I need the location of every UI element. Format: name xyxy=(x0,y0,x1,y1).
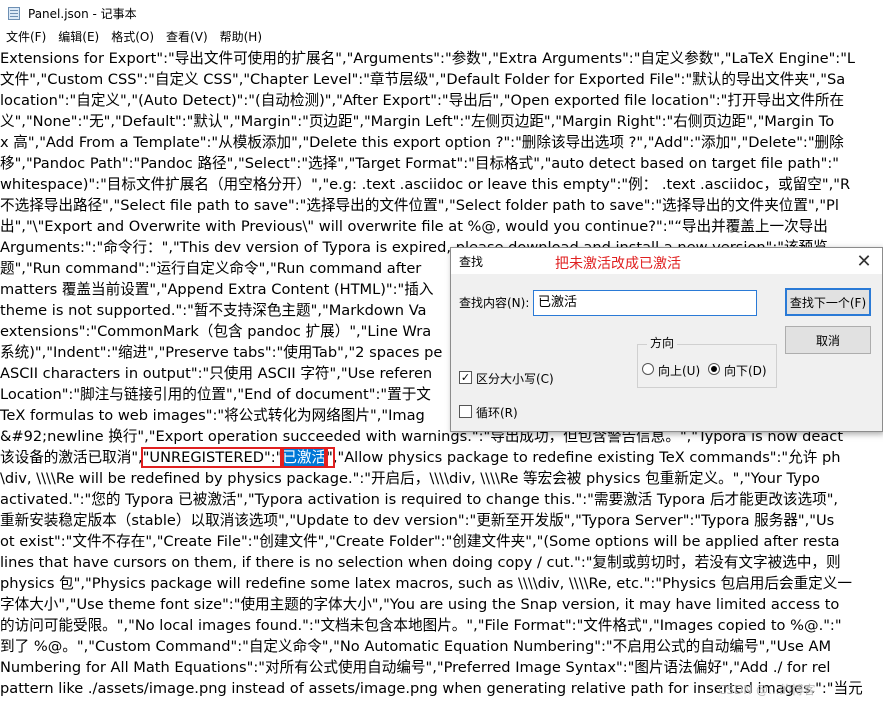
editor-text: ASCII characters in output":"只使用 ASCII 字… xyxy=(0,365,433,382)
find-dialog-title: 查找 xyxy=(459,255,484,269)
editor-text: 到了 %@。","Custom Command":"自定义命令","No Aut… xyxy=(0,638,832,655)
editor-text: location":"自定义","(Auto Detect)":"(自动检测)"… xyxy=(0,92,845,109)
editor-text: x 高","Add From a Template":"从模板添加","Dele… xyxy=(0,134,844,151)
direction-up-radio[interactable] xyxy=(642,363,654,375)
menu-bar: 文件(F) 编辑(E) 格式(O) 查看(V) 帮助(H) xyxy=(0,26,883,48)
editor-line: x 高","Add From a Template":"从模板添加","Dele… xyxy=(0,132,844,153)
highlighted-key-end: " xyxy=(324,447,335,468)
editor-line: 重新安装稳定版本（stable）以取消该选项","Update to dev v… xyxy=(0,510,834,531)
highlighted-key: "UNREGISTERED":" xyxy=(140,447,285,468)
editor-text: TeX formulas to web images":"将公式转化为网络图片"… xyxy=(0,407,425,424)
editor-line: Location":"脚注与链接引用的位置","End of document"… xyxy=(0,384,431,405)
editor-text: 文件","Custom CSS":"自定义 CSS","Chapter Leve… xyxy=(0,71,846,88)
find-what-label: 查找内容(N): xyxy=(459,296,530,310)
watermark: CSDN @...的博客 xyxy=(718,683,816,697)
editor-text: \div, \\\\Re will be redefined by physic… xyxy=(0,470,820,487)
editor-text: 该设备的激活已取消", xyxy=(0,449,143,466)
window-title: Panel.json - 记事本 xyxy=(28,6,137,21)
editor-text: physics 包","Physics package will redefin… xyxy=(0,575,852,592)
wrap-around-checkbox[interactable] xyxy=(459,405,472,418)
editor-line: 出","\"Export and Overwrite with Previous… xyxy=(0,216,828,237)
editor-line: whitespace)":"目标文件扩展名（用空格分开）","e.g: .tex… xyxy=(0,174,850,195)
editor-text: theme is not supported.":"暂不支持深色主题","Mar… xyxy=(0,302,427,319)
editor-line: theme is not supported.":"暂不支持深色主题","Mar… xyxy=(0,300,426,321)
editor-text: 重新安装稳定版本（stable）以取消该选项","Update to dev v… xyxy=(0,512,835,529)
editor-line: TeX formulas to web images":"将公式转化为网络图片"… xyxy=(0,405,425,426)
menu-help[interactable]: 帮助(H) xyxy=(214,26,268,48)
direction-down-label: 向下(D) xyxy=(724,364,767,378)
editor-line: ot exist":"文件不存在","Create File":"创建文件","… xyxy=(0,531,840,552)
editor-line: Numbering for All Math Equations":"对所有公式… xyxy=(0,657,830,678)
editor-line: ASCII characters in output":"只使用 ASCII 字… xyxy=(0,363,432,384)
editor-text: lines that have cursors on them, if ther… xyxy=(0,554,841,571)
editor-text: matters 覆盖当前设置","Append Extra Content (H… xyxy=(0,281,434,298)
editor-text: 题","Run command":"运行自定义命令","Run command … xyxy=(0,260,422,277)
direction-label: 方向 xyxy=(647,334,678,351)
editor-line: Extensions for Export":"导出文件可使用的扩展名","Ar… xyxy=(0,48,855,69)
editor-line: 的访问可能受限。","No local images found.":"文档未包… xyxy=(0,615,842,636)
editor-line: 文件","Custom CSS":"自定义 CSS","Chapter Leve… xyxy=(0,69,845,90)
editor-line: 字体大小","Use theme font size":"使用主题的字体大小",… xyxy=(0,594,839,615)
editor-text: whitespace)":"目标文件扩展名（用空格分开）","e.g: .tex… xyxy=(0,176,851,193)
close-icon[interactable]: ✕ xyxy=(846,248,882,274)
direction-down-radio[interactable] xyxy=(708,363,720,375)
editor-line: extensions":"CommonMark（包含 pandoc 扩展）","… xyxy=(0,321,431,342)
find-dialog: 查找 把未激活改成已激活 ✕ 查找内容(N): 已激活 查找下一个(F) 取消 … xyxy=(450,247,883,432)
editor-text: 不选择导出路径","Select file path to save":"选择导… xyxy=(0,197,839,214)
editor-line: 移","Pandoc Path":"Pandoc 路径","Select":"选… xyxy=(0,153,839,174)
editor-line: 系统)","Indent":"缩进","Preserve tabs":"使用Ta… xyxy=(0,342,442,363)
selected-match: 已激活 xyxy=(280,447,329,468)
editor-text: 移","Pandoc Path":"Pandoc 路径","Select":"选… xyxy=(0,155,840,172)
wrap-around-label: 循环(R) xyxy=(476,406,518,420)
direction-up-label: 向上(U) xyxy=(658,364,701,378)
editor-line: matters 覆盖当前设置","Append Extra Content (H… xyxy=(0,279,433,300)
menu-edit[interactable]: 编辑(E) xyxy=(52,26,105,48)
editor-line: location":"自定义","(Auto Detect)":"(自动检测)"… xyxy=(0,90,844,111)
menu-file[interactable]: 文件(F) xyxy=(0,26,52,48)
notepad-icon xyxy=(6,5,22,21)
editor-line: physics 包","Physics package will redefin… xyxy=(0,573,852,594)
editor-text: 出","\"Export and Overwrite with Previous… xyxy=(0,218,828,235)
menu-view[interactable]: 查看(V) xyxy=(160,26,214,48)
editor-line: \div, \\\\Re will be redefined by physic… xyxy=(0,468,820,489)
editor-text: Location":"脚注与链接引用的位置","End of document"… xyxy=(0,386,431,403)
editor-text: 字体大小","Use theme font size":"使用主题的字体大小",… xyxy=(0,596,840,613)
window-titlebar: Panel.json - 记事本 xyxy=(0,0,883,26)
editor-text: activated.":"您的 Typora 已被激活","Typora act… xyxy=(0,491,839,508)
editor-text: 义","None":"无","Default":"默认","Margin":"页… xyxy=(0,113,835,130)
editor-line: 不选择导出路径","Select file path to save":"选择导… xyxy=(0,195,839,216)
editor-text: ,"Allow physics package to redefine exis… xyxy=(332,449,841,466)
editor-line: 到了 %@。","Custom Command":"自定义命令","No Aut… xyxy=(0,636,831,657)
editor-text: 的访问可能受限。","No local images found.":"文档未包… xyxy=(0,617,842,634)
find-what-input[interactable]: 已激活 xyxy=(533,290,757,316)
editor-line: 题","Run command":"运行自定义命令","Run command … xyxy=(0,258,421,279)
annotation-text: 把未激活改成已激活 xyxy=(555,256,681,272)
match-case-label: 区分大小写(C) xyxy=(476,372,554,386)
editor-text: 系统)","Indent":"缩进","Preserve tabs":"使用Ta… xyxy=(0,344,443,361)
editor-line: activated.":"您的 Typora 已被激活","Typora act… xyxy=(0,489,838,510)
find-next-button[interactable]: 查找下一个(F) xyxy=(785,288,871,316)
find-dialog-titlebar: 查找 把未激活改成已激活 ✕ xyxy=(451,248,882,274)
editor-line: lines that have cursors on them, if ther… xyxy=(0,552,841,573)
editor-line: 该设备的激活已取消","UNREGISTERED":"已激活","Allow p… xyxy=(0,447,840,468)
editor-text: ot exist":"文件不存在","Create File":"创建文件","… xyxy=(0,533,840,550)
editor-text: Numbering for All Math Equations":"对所有公式… xyxy=(0,659,831,676)
editor-text: Extensions for Export":"导出文件可使用的扩展名","Ar… xyxy=(0,50,856,67)
cancel-button[interactable]: 取消 xyxy=(785,326,871,354)
editor-text: extensions":"CommonMark（包含 pandoc 扩展）","… xyxy=(0,323,432,340)
match-case-checkbox[interactable]: ✓ xyxy=(459,371,472,384)
menu-format[interactable]: 格式(O) xyxy=(105,26,160,48)
editor-line: 义","None":"无","Default":"默认","Margin":"页… xyxy=(0,111,834,132)
